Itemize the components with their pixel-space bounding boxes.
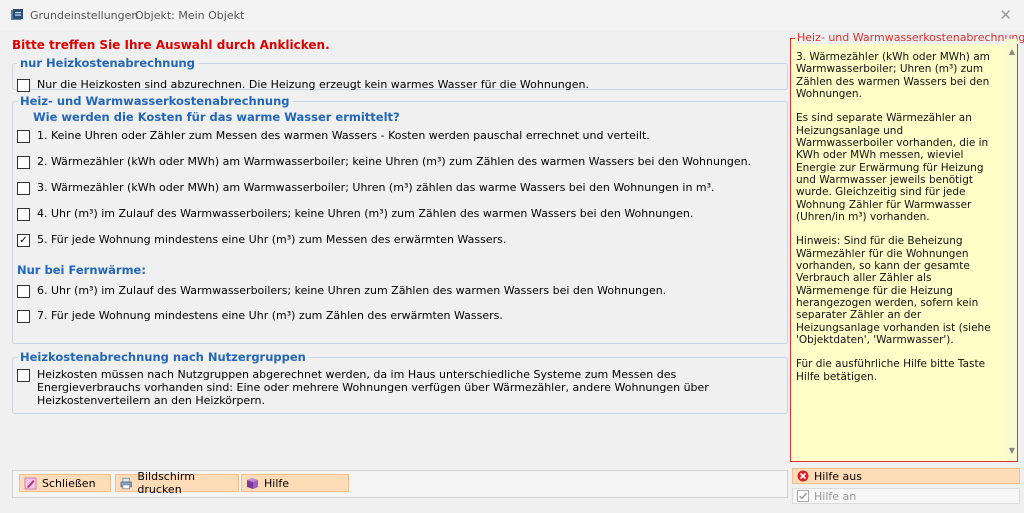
title-bar: Grundeinstellungen Objekt: Mein Objekt ✕ — [0, 0, 1024, 30]
edit-icon — [24, 477, 37, 489]
option-4[interactable]: 4. Uhr (m³) im Zulauf des Warmwasserboil… — [17, 207, 693, 221]
print-button-label: Bildschirm drucken — [137, 470, 195, 496]
option-heating-only[interactable]: Nur die Heizkosten sind abzurechnen. Die… — [17, 78, 589, 92]
print-screen-button[interactable]: Bildschirm drucken — [115, 470, 239, 496]
option-label: 3. Wärmezähler (kWh oder MWh) am Warmwas… — [37, 181, 715, 194]
option-1[interactable]: 1. Keine Uhren oder Zähler zum Messen de… — [17, 129, 650, 143]
option-6[interactable]: 6. Uhr (m³) im Zulauf des Warmwasserboil… — [17, 284, 666, 298]
close-button-label: Schließen — [42, 476, 96, 490]
option-label: Nur die Heizkosten sind abzurechnen. Die… — [37, 78, 589, 91]
app-icon — [11, 9, 23, 20]
help-panel-text: 3. Wärmezähler (kWh oder MWh) am Warmwas… — [796, 51, 991, 383]
checkbox-option-3[interactable] — [17, 182, 30, 195]
scroll-down-icon[interactable]: ▼ — [1009, 446, 1015, 455]
group-heating-water: Heiz- und Warmwasserkostenabrechnung Wie… — [12, 94, 788, 344]
group-user-groups-legend: Heizkostenabrechnung nach Nutzergruppen — [20, 350, 306, 364]
checkbox-option-4[interactable] — [17, 208, 30, 221]
help-off-label: Hilfe aus — [814, 469, 862, 483]
district-heating-heading: Nur bei Fernwärme: — [17, 263, 146, 277]
instruction-text: Bitte treffen Sie Ihre Auswahl durch Ank… — [12, 38, 330, 52]
checkbox-option-1[interactable] — [17, 130, 30, 143]
object-label: Objekt: Mein Objekt — [135, 9, 245, 22]
cost-question: Wie werden die Kosten für das warme Wass… — [33, 110, 400, 124]
checkbox-option-7[interactable] — [17, 310, 30, 323]
help-on-label: Hilfe an — [814, 489, 857, 503]
help-panel-title: Heiz- und Warmwasserkostenabrechnung — [795, 31, 1024, 44]
help-scrollbar[interactable]: ▲ ▼ — [1005, 39, 1017, 461]
close-button[interactable]: Schließen — [19, 474, 111, 492]
option-3[interactable]: 3. Wärmezähler (kWh oder MWh) am Warmwas… — [17, 181, 715, 195]
option-2[interactable]: 2. Wärmezähler (kWh oder MWh) am Warmwas… — [17, 155, 751, 169]
scroll-up-icon[interactable]: ▲ — [1009, 47, 1015, 56]
option-label: 5. Für jede Wohnung mindestens eine Uhr … — [37, 233, 507, 246]
option-5[interactable]: ✓ 5. Für jede Wohnung mindestens eine Uh… — [17, 233, 506, 247]
help-on-button[interactable]: Hilfe an — [792, 488, 1020, 504]
group-heating-only: nur Heizkostenabrechnung Nur die Heizkos… — [12, 56, 788, 92]
close-icon[interactable]: ✕ — [999, 6, 1012, 24]
printer-icon — [120, 477, 132, 489]
group-user-groups: Heizkostenabrechnung nach Nutzergruppen … — [12, 350, 788, 414]
help-off-button[interactable]: Hilfe aus — [792, 468, 1020, 484]
option-label: 6. Uhr (m³) im Zulauf des Warmwasserboil… — [37, 284, 667, 297]
option-7[interactable]: 7. Für jede Wohnung mindestens eine Uhr … — [17, 309, 503, 323]
button-bar: Schließen Bildschirm drucken Hilfe — [12, 470, 788, 498]
dialog-body: Bitte treffen Sie Ihre Auswahl durch Ank… — [0, 30, 1024, 513]
help-button-label: Hilfe — [264, 476, 290, 490]
check-icon — [797, 490, 809, 502]
group-heating-water-legend: Heiz- und Warmwasserkostenabrechnung — [20, 94, 290, 108]
option-label: Heizkosten müssen nach Nutzgruppen abger… — [37, 368, 709, 407]
help-book-icon — [247, 477, 258, 489]
window-title: Grundeinstellungen — [30, 9, 139, 22]
option-user-groups[interactable]: Heizkosten müssen nach Nutzgruppen abger… — [17, 368, 777, 407]
checkbox-user-groups[interactable] — [17, 369, 30, 382]
cancel-icon — [797, 470, 809, 482]
checkbox-option-6[interactable] — [17, 285, 30, 298]
checkbox-option-5[interactable]: ✓ — [17, 234, 30, 247]
checkbox-option-2[interactable] — [17, 156, 30, 169]
option-label: 2. Wärmezähler (kWh oder MWh) am Warmwas… — [37, 155, 752, 168]
option-label: 7. Für jede Wohnung mindestens eine Uhr … — [37, 309, 503, 322]
option-label: 1. Keine Uhren oder Zähler zum Messen de… — [37, 129, 650, 142]
help-button[interactable]: Hilfe — [241, 474, 349, 492]
option-label: 4. Uhr (m³) im Zulauf des Warmwasserboil… — [37, 207, 694, 220]
checkbox-heating-only[interactable] — [17, 79, 30, 92]
group-heating-only-legend: nur Heizkostenabrechnung — [20, 56, 195, 70]
help-panel: Heiz- und Warmwasserkostenabrechnung 3. … — [790, 31, 1024, 462]
